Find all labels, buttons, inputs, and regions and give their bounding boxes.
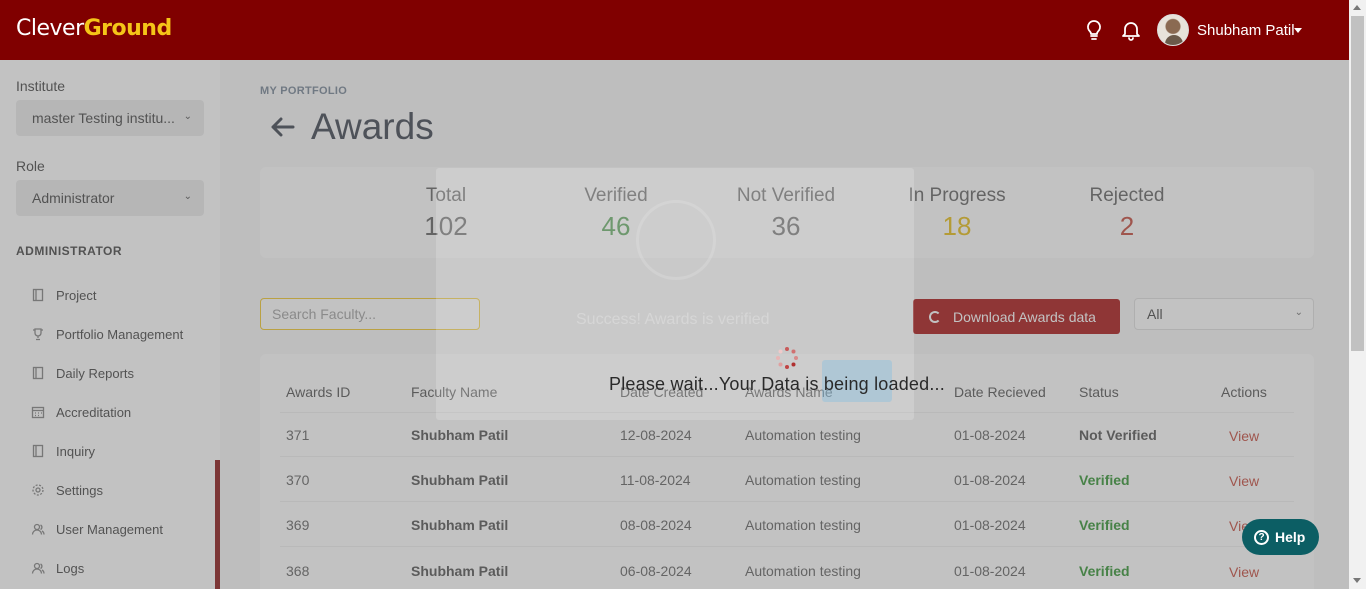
user-menu-caret-icon[interactable] (1294, 28, 1302, 33)
question-icon: ? (1254, 529, 1269, 545)
success-message: Success! Awards is verified (576, 311, 770, 328)
user-name[interactable]: Shubham Patil (1197, 22, 1295, 39)
loading-spinner-icon (775, 346, 799, 370)
lightbulb-icon[interactable] (1082, 18, 1106, 42)
bell-icon[interactable] (1119, 18, 1143, 42)
loading-message: Please wait...Your Data is being loaded.… (609, 374, 945, 394)
user-avatar[interactable] (1157, 14, 1189, 46)
top-navbar: CleverGround Shubham Patil (0, 0, 1349, 60)
help-label: Help (1275, 529, 1306, 545)
app-logo[interactable]: CleverGround (16, 16, 172, 41)
scroll-up-icon[interactable] (1353, 5, 1361, 10)
help-button[interactable]: ? Help (1242, 519, 1319, 555)
scrollbar-thumb[interactable] (1351, 16, 1364, 351)
logo-text-clever: Clever (16, 16, 84, 41)
success-check-icon (636, 200, 716, 280)
logo-text-ground: Ground (83, 16, 173, 41)
page-scrollbar[interactable] (1349, 0, 1366, 589)
scroll-down-icon[interactable] (1353, 578, 1361, 583)
